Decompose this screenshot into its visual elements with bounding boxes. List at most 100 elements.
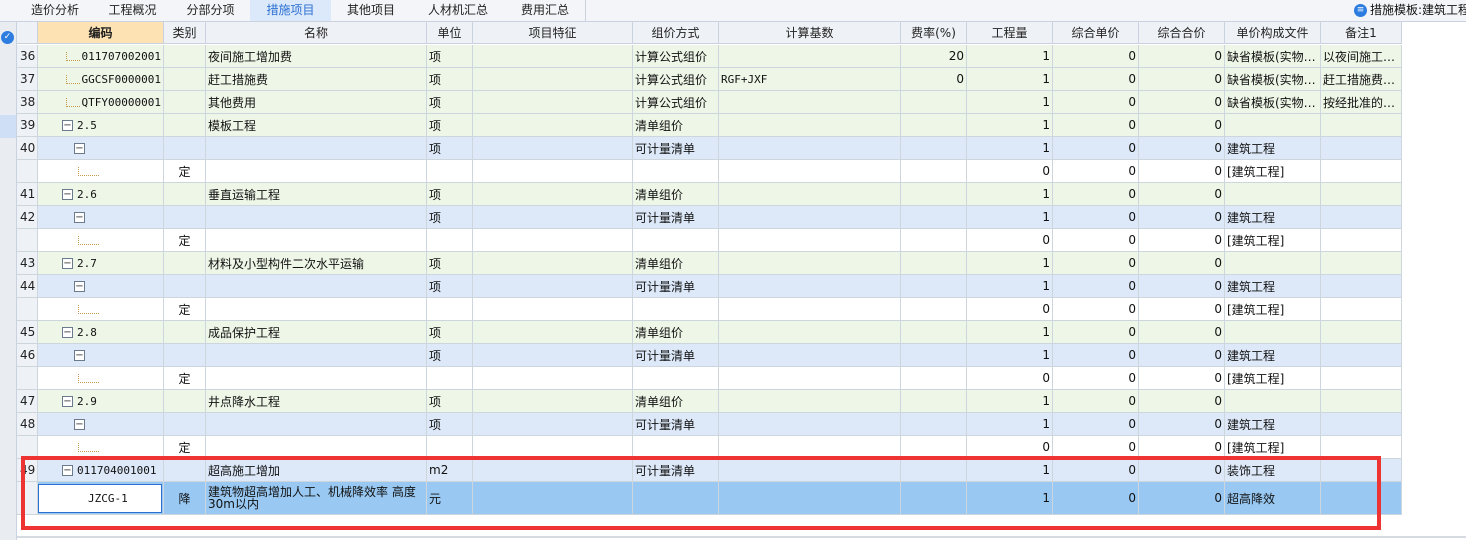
cell-rate[interactable]: [901, 390, 967, 413]
cell-base[interactable]: [719, 91, 901, 114]
cell-method[interactable]: [633, 160, 719, 183]
header-col-type[interactable]: 类别: [164, 22, 206, 44]
cell-file[interactable]: [1225, 390, 1321, 413]
cell-qty[interactable]: 1: [967, 91, 1053, 114]
cell-base[interactable]: [719, 114, 901, 137]
cell-qty[interactable]: 1: [967, 137, 1053, 160]
cell-code[interactable]: [38, 298, 164, 321]
cell-rate[interactable]: [901, 413, 967, 436]
check-icon[interactable]: ✓: [1, 31, 14, 44]
table-row[interactable]: 定 0 0 0 [建筑工程]: [17, 367, 1402, 390]
cell-note[interactable]: [1321, 114, 1402, 137]
cell-price[interactable]: 0: [1053, 275, 1139, 298]
table-row[interactable]: 42 − 项 可计量清单 1 0 0 建筑工程: [17, 206, 1402, 229]
cell-type[interactable]: [164, 252, 206, 275]
cell-file[interactable]: [1225, 114, 1321, 137]
cell-qty[interactable]: 1: [967, 275, 1053, 298]
cell-price[interactable]: 0: [1053, 45, 1139, 68]
header-col-feature[interactable]: 项目特征: [473, 22, 633, 44]
cell-price[interactable]: 0: [1053, 137, 1139, 160]
cell-type[interactable]: 定: [164, 367, 206, 390]
cell-file[interactable]: 建筑工程: [1225, 344, 1321, 367]
cell-rate[interactable]: [901, 114, 967, 137]
cell-price[interactable]: 0: [1053, 114, 1139, 137]
cell-note[interactable]: [1321, 390, 1402, 413]
cell-type[interactable]: [164, 45, 206, 68]
cell-name[interactable]: 垂直运输工程: [206, 183, 427, 206]
collapse-icon[interactable]: −: [62, 188, 73, 200]
cell-note[interactable]: [1321, 298, 1402, 321]
cell-name[interactable]: 模板工程: [206, 114, 427, 137]
cell-total[interactable]: 0: [1139, 275, 1225, 298]
cell-total[interactable]: 0: [1139, 45, 1225, 68]
header-col-base[interactable]: 计算基数: [719, 22, 901, 44]
cell-rate[interactable]: [901, 298, 967, 321]
collapse-icon[interactable]: −: [74, 349, 85, 361]
cell-qty[interactable]: 0: [967, 298, 1053, 321]
cell-qty[interactable]: 0: [967, 160, 1053, 183]
cell-base[interactable]: [719, 183, 901, 206]
cell-qty[interactable]: 1: [967, 45, 1053, 68]
cell-total[interactable]: 0: [1139, 68, 1225, 91]
table-row[interactable]: 46 − 项 可计量清单 1 0 0 建筑工程: [17, 344, 1402, 367]
cell-type[interactable]: 定: [164, 298, 206, 321]
cell-file[interactable]: [建筑工程]: [1225, 229, 1321, 252]
cell-note[interactable]: 赶工措施费…: [1321, 68, 1402, 91]
cell-price[interactable]: 0: [1053, 298, 1139, 321]
header-col-price[interactable]: 综合单价: [1053, 22, 1139, 44]
cell-name[interactable]: [206, 275, 427, 298]
cell-base[interactable]: [719, 344, 901, 367]
cell-feature[interactable]: [473, 344, 633, 367]
cell-feature[interactable]: [473, 91, 633, 114]
collapse-icon[interactable]: −: [74, 142, 85, 154]
cell-base[interactable]: [719, 275, 901, 298]
cell-total[interactable]: 0: [1139, 160, 1225, 183]
cell-name[interactable]: [206, 298, 427, 321]
cell-unit[interactable]: 项: [427, 344, 473, 367]
cell-file[interactable]: [建筑工程]: [1225, 298, 1321, 321]
cell-base[interactable]: RGF+JXF: [719, 68, 901, 91]
cell-code[interactable]: 011707002001: [38, 45, 164, 68]
tab-5[interactable]: 人材机汇总: [411, 0, 506, 21]
cell-price[interactable]: 0: [1053, 68, 1139, 91]
cell-method[interactable]: [633, 229, 719, 252]
cell-type[interactable]: [164, 413, 206, 436]
cell-note[interactable]: [1321, 160, 1402, 183]
cell-rate[interactable]: [901, 137, 967, 160]
cell-feature[interactable]: [473, 321, 633, 344]
header-col-code[interactable]: 编码: [38, 22, 164, 44]
cell-note[interactable]: [1321, 413, 1402, 436]
cell-rate[interactable]: 20: [901, 45, 967, 68]
cell-rate[interactable]: [901, 183, 967, 206]
collapse-icon[interactable]: −: [74, 211, 85, 223]
cell-feature[interactable]: [473, 367, 633, 390]
cell-file[interactable]: 建筑工程: [1225, 206, 1321, 229]
cell-name[interactable]: [206, 160, 427, 183]
header-col-name[interactable]: 名称: [206, 22, 427, 44]
cell-note[interactable]: [1321, 321, 1402, 344]
cell-unit[interactable]: 项: [427, 68, 473, 91]
cell-unit[interactable]: 项: [427, 114, 473, 137]
cell-code[interactable]: −: [38, 344, 164, 367]
cell-file[interactable]: [建筑工程]: [1225, 160, 1321, 183]
cell-rate[interactable]: [901, 160, 967, 183]
cell-method[interactable]: 可计量清单: [633, 344, 719, 367]
cell-name[interactable]: [206, 367, 427, 390]
cell-price[interactable]: 0: [1053, 413, 1139, 436]
cell-method[interactable]: 可计量清单: [633, 413, 719, 436]
collapse-icon[interactable]: −: [62, 119, 73, 131]
cell-total[interactable]: 0: [1139, 183, 1225, 206]
cell-type[interactable]: [164, 390, 206, 413]
cell-feature[interactable]: [473, 275, 633, 298]
cell-name[interactable]: 成品保护工程: [206, 321, 427, 344]
cell-total[interactable]: 0: [1139, 413, 1225, 436]
cell-base[interactable]: [719, 367, 901, 390]
cell-base[interactable]: [719, 206, 901, 229]
cell-code[interactable]: −: [38, 137, 164, 160]
cell-unit[interactable]: 项: [427, 206, 473, 229]
cell-method[interactable]: 清单组价: [633, 321, 719, 344]
cell-method[interactable]: 计算公式组价: [633, 45, 719, 68]
table-row[interactable]: 45−2.8 成品保护工程项清单组价 1 0 0: [17, 321, 1402, 344]
header-col-method[interactable]: 组价方式: [633, 22, 719, 44]
cell-name[interactable]: 赶工措施费: [206, 68, 427, 91]
